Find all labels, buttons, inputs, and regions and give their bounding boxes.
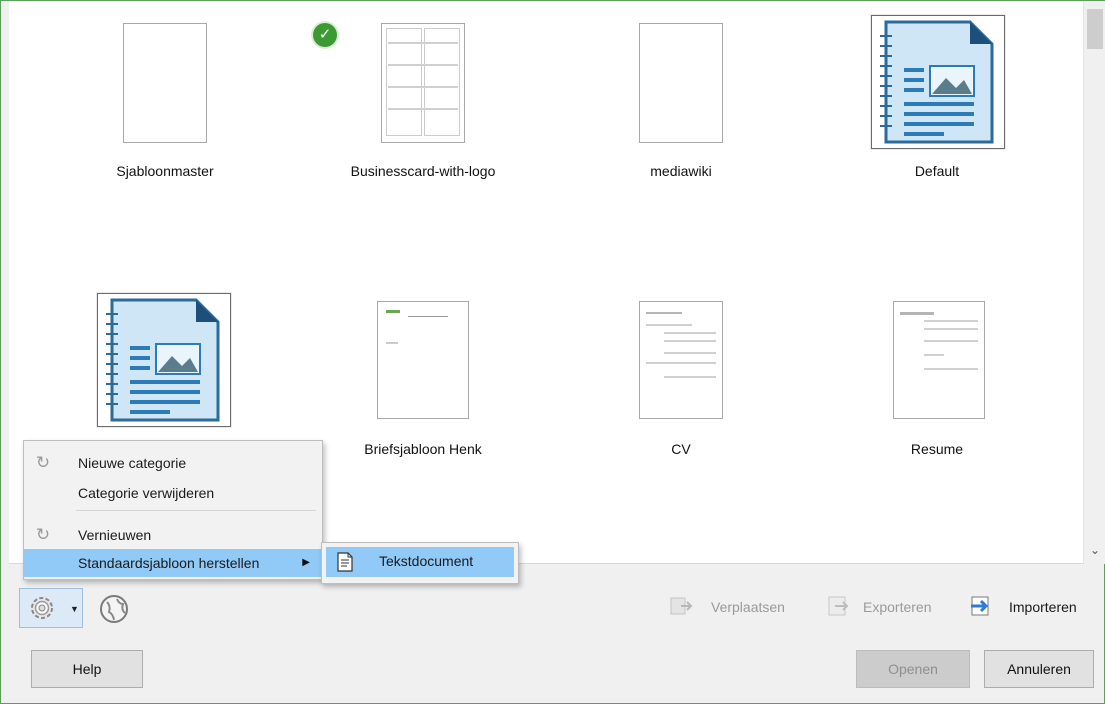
help-label: Help bbox=[72, 661, 102, 677]
template-label: mediawiki bbox=[650, 163, 712, 179]
template-thumbnail bbox=[381, 23, 465, 143]
import-label: Importeren bbox=[1009, 599, 1077, 615]
menu-item-refresh[interactable]: ↻ Vernieuwen bbox=[24, 521, 322, 549]
template-label: Resume bbox=[910, 441, 964, 457]
writer-document-icon bbox=[880, 20, 994, 144]
cancel-label: Annuleren bbox=[1007, 661, 1071, 677]
reset-default-submenu: Tekstdocument bbox=[321, 542, 519, 584]
writer-document-thumbnail bbox=[97, 293, 231, 427]
vertical-scrollbar[interactable]: ⌄ bbox=[1083, 1, 1105, 564]
export-icon bbox=[828, 596, 849, 616]
online-templates-button[interactable] bbox=[97, 592, 131, 626]
template-label: Briefsjabloon Henk bbox=[364, 441, 482, 457]
template-dialog: Sjabloonmaster ✓ Businesscard-with-logo … bbox=[0, 0, 1105, 704]
template-label: Default bbox=[914, 163, 960, 179]
import-icon bbox=[971, 596, 989, 616]
export-button[interactable]: Exporteren bbox=[827, 593, 951, 621]
template-thumbnail bbox=[639, 301, 723, 419]
menu-separator bbox=[76, 510, 316, 511]
gear-icon bbox=[31, 597, 53, 619]
writer-document-icon bbox=[106, 298, 220, 422]
scroll-down-icon[interactable]: ⌄ bbox=[1084, 538, 1105, 562]
template-tile-mediawiki[interactable]: mediawiki bbox=[581, 1, 781, 201]
default-check-icon: ✓ bbox=[313, 23, 337, 47]
submenu-item-label: Tekstdocument bbox=[379, 553, 474, 569]
menu-item-label: Categorie verwijderen bbox=[78, 485, 215, 501]
text-document-icon bbox=[337, 552, 353, 572]
submenu-arrow-icon: ▶ bbox=[302, 557, 310, 568]
menu-item-delete-category[interactable]: Categorie verwijderen bbox=[24, 479, 322, 507]
chevron-down-icon: ▼ bbox=[70, 604, 79, 614]
open-button[interactable]: Openen bbox=[856, 650, 970, 688]
template-tile-cv[interactable]: CV bbox=[581, 281, 781, 481]
globe-icon bbox=[100, 595, 128, 623]
template-thumbnail bbox=[639, 23, 723, 143]
scrollbar-thumb[interactable] bbox=[1087, 9, 1103, 49]
menu-item-label: Standaardsjabloon herstellen bbox=[78, 555, 260, 571]
template-tile-default[interactable]: Default bbox=[837, 1, 1037, 201]
template-thumbnail bbox=[123, 23, 207, 143]
submenu-item-text-document[interactable]: Tekstdocument bbox=[326, 547, 514, 577]
settings-context-menu: ↻ Nieuwe categorie Categorie verwijderen… bbox=[23, 440, 323, 580]
help-button[interactable]: Help bbox=[31, 650, 143, 688]
template-tile-sjabloonmaster[interactable]: Sjabloonmaster bbox=[65, 1, 265, 201]
export-label: Exporteren bbox=[863, 599, 932, 615]
cancel-button[interactable]: Annuleren bbox=[984, 650, 1094, 688]
template-thumbnail bbox=[893, 301, 985, 419]
menu-item-reset-default-template[interactable]: Standaardsjabloon herstellen ▶ bbox=[24, 549, 322, 577]
template-label: Sjabloonmaster bbox=[116, 163, 214, 179]
import-button[interactable]: Importeren bbox=[969, 593, 1095, 621]
template-tile-businesscard[interactable]: ✓ Businesscard-with-logo bbox=[313, 1, 523, 201]
template-thumbnail bbox=[377, 301, 469, 419]
template-tile-briefsjabloon-henk[interactable]: Briefsjabloon Henk bbox=[323, 281, 523, 481]
template-label: Businesscard-with-logo bbox=[350, 163, 496, 179]
template-label: CV bbox=[671, 441, 691, 457]
menu-item-label: Nieuwe categorie bbox=[78, 455, 187, 471]
refresh-icon: ↻ bbox=[35, 453, 51, 472]
move-button[interactable]: Verplaatsen bbox=[669, 593, 801, 621]
refresh-icon: ↻ bbox=[35, 525, 51, 544]
menu-item-new-category[interactable]: ↻ Nieuwe categorie bbox=[24, 449, 322, 477]
move-label: Verplaatsen bbox=[711, 599, 785, 615]
move-icon bbox=[670, 597, 693, 615]
settings-button[interactable]: ▼ bbox=[19, 588, 83, 628]
open-label: Openen bbox=[888, 661, 938, 677]
template-tile-resume[interactable]: Resume bbox=[837, 281, 1037, 481]
menu-item-label: Vernieuwen bbox=[78, 527, 152, 543]
writer-document-thumbnail bbox=[871, 15, 1005, 149]
